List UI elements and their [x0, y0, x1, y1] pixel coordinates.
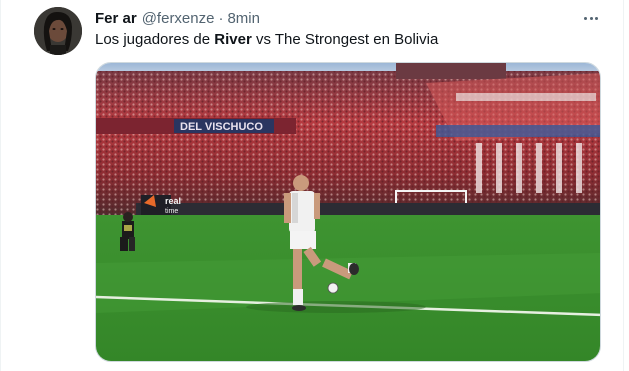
tweet-text-part1: Los jugadores de [95, 31, 215, 48]
avatar-image [34, 7, 82, 55]
player-shadow [246, 301, 426, 313]
more-horizontal-icon [589, 16, 593, 20]
banner-right-blue [436, 125, 600, 137]
more-horizontal-icon [594, 16, 598, 20]
more-options-button[interactable] [580, 8, 602, 28]
timestamp[interactable]: 8min [227, 10, 260, 27]
banner-text: DEL VISCHUCO [180, 121, 263, 133]
tweet-text: Los jugadores de River vs The Strongest … [95, 31, 438, 49]
display-name[interactable]: Fer ar [95, 10, 137, 27]
video-frame: DEL VISCHUCO real time [96, 63, 600, 361]
timeline-divider-left [0, 0, 1, 371]
tweet-text-bold: River [214, 31, 252, 48]
separator-dot: · [218, 9, 224, 27]
tweet-header: Fer ar @ferxenze · 8min [95, 9, 260, 27]
ball [327, 282, 339, 294]
timeline-divider-right [623, 0, 624, 371]
banner-right-white [456, 93, 596, 101]
ad-boards [136, 203, 600, 215]
ad-text-top: real [165, 196, 181, 206]
roof-structure [396, 63, 506, 79]
tweet-video[interactable]: DEL VISCHUCO real time [95, 62, 601, 362]
avatar[interactable] [34, 7, 82, 55]
user-handle[interactable]: @ferxenze [142, 10, 215, 27]
more-horizontal-icon [584, 16, 588, 20]
tweet-text-part2: vs The Strongest en Bolivia [251, 31, 439, 48]
tweet-card[interactable]: Fer ar @ferxenze · 8min Los jugadores de… [0, 0, 629, 371]
ad-text-bottom: time [165, 208, 178, 215]
